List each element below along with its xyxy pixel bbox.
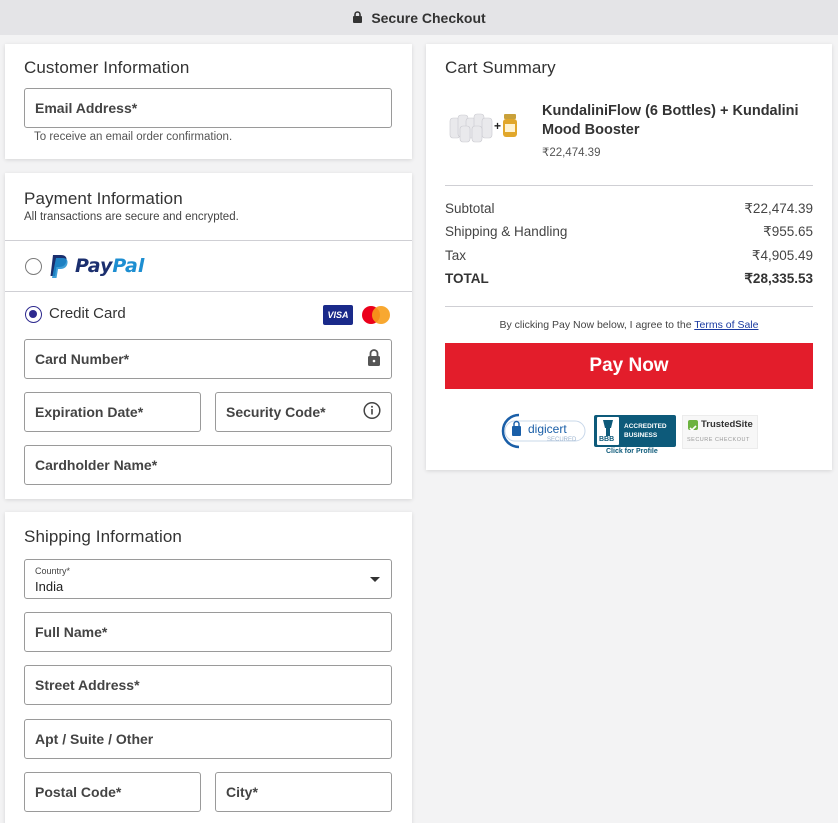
city-placeholder: City* — [226, 784, 258, 800]
secure-checkout-bar: Secure Checkout — [0, 0, 838, 35]
security-code-placeholder: Security Code* — [226, 404, 326, 420]
country-value: India — [35, 579, 64, 594]
trustedsite-badge[interactable]: TrustedSite SECURE CHECKOUT — [682, 415, 758, 449]
cart-summary-card: Cart Summary + KundaliniFlow (6 Bottles)… — [426, 44, 832, 470]
full-name-field[interactable]: Full Name* — [24, 612, 392, 652]
digicert-badge[interactable]: digicert SECURED — [499, 411, 589, 451]
divider — [445, 306, 813, 307]
paypal-word-left: Pay — [75, 255, 113, 277]
divider — [5, 240, 412, 241]
payment-info-card: Payment Information All transactions are… — [5, 173, 412, 499]
payment-info-title: Payment Information — [24, 189, 183, 208]
paypal-word-right: Pal — [112, 255, 145, 277]
digicert-secured: SECURED — [547, 437, 577, 443]
shipping-row: Shipping & Handling ₹955.65 — [445, 224, 813, 240]
terms-prefix: By clicking Pay Now below, I agree to th… — [499, 319, 695, 331]
postal-code-field[interactable]: Postal Code* — [24, 772, 201, 812]
product-image: + — [446, 108, 526, 144]
terms-text: By clicking Pay Now below, I agree to th… — [445, 319, 813, 331]
subtotal-row: Subtotal ₹22,474.39 — [445, 201, 813, 217]
info-icon[interactable] — [363, 401, 381, 423]
bbb-line2: BUSINESS — [624, 432, 658, 439]
expiration-date-field[interactable]: Expiration Date* — [24, 392, 201, 432]
secure-checkout-title: Secure Checkout — [371, 9, 486, 26]
lock-icon — [352, 10, 363, 26]
subtotal-label: Subtotal — [445, 201, 495, 216]
product-name: KundaliniFlow (6 Bottles) + Kundalini Mo… — [542, 102, 799, 140]
cardholder-name-field[interactable]: Cardholder Name* — [24, 445, 392, 485]
shipping-label: Shipping & Handling — [445, 224, 568, 239]
cart-summary-title: Cart Summary — [445, 58, 556, 77]
bbb-line1: ACCREDITED — [624, 423, 667, 430]
visa-icon: VISA — [323, 305, 353, 325]
email-placeholder: Email Address* — [35, 100, 138, 116]
total-value: ₹28,335.53 — [744, 271, 813, 286]
street-placeholder: Street Address* — [35, 677, 140, 693]
trustedsite-sub: SECURE CHECKOUT — [687, 437, 750, 443]
apt-suite-field[interactable]: Apt / Suite / Other — [24, 719, 392, 759]
payment-subtitle: All transactions are secure and encrypte… — [24, 211, 239, 223]
product-price: ₹22,474.39 — [542, 147, 601, 159]
svg-text:+: + — [494, 119, 501, 133]
total-row: TOTAL ₹28,335.53 — [445, 271, 813, 287]
shipping-info-title: Shipping Information — [24, 527, 182, 546]
product-name-line2: Mood Booster — [542, 122, 640, 138]
chevron-down-icon — [370, 577, 380, 582]
lock-icon — [367, 349, 381, 369]
pay-now-button[interactable]: Pay Now — [445, 343, 813, 389]
cardholder-placeholder: Cardholder Name* — [35, 457, 158, 473]
apt-placeholder: Apt / Suite / Other — [35, 731, 154, 747]
credit-card-label[interactable]: Credit Card — [49, 305, 126, 322]
bbb-logo: BBB — [599, 436, 615, 443]
bbb-click-profile: Click for Profile — [606, 448, 658, 455]
divider — [445, 185, 813, 186]
email-field[interactable]: Email Address* — [24, 88, 392, 128]
tax-value: ₹4,905.49 — [751, 248, 813, 263]
bbb-badge[interactable]: BBB ACCREDITED BUSINESS Click for Profil… — [594, 415, 676, 457]
credit-card-radio[interactable] — [25, 306, 42, 323]
subtotal-value: ₹22,474.39 — [744, 201, 813, 216]
checkmark-icon — [688, 420, 698, 432]
trustedsite-name: TrustedSite — [701, 419, 753, 430]
paypal-wordmark: PayPal — [75, 255, 144, 277]
digicert-wordmark: digicert — [528, 422, 567, 436]
postal-placeholder: Postal Code* — [35, 784, 122, 800]
mastercard-icon — [361, 305, 391, 325]
expiration-placeholder: Expiration Date* — [35, 404, 144, 420]
tax-row: Tax ₹4,905.49 — [445, 248, 813, 264]
street-address-field[interactable]: Street Address* — [24, 665, 392, 705]
city-field[interactable]: City* — [215, 772, 392, 812]
customer-info-title: Customer Information — [24, 58, 190, 77]
full-name-placeholder: Full Name* — [35, 624, 108, 640]
customer-info-card: Customer Information Email Address* To r… — [5, 44, 412, 159]
security-code-field[interactable]: Security Code* — [215, 392, 392, 432]
tax-label: Tax — [445, 248, 467, 263]
email-hint: To receive an email order confirmation. — [34, 131, 233, 143]
country-select[interactable]: Country* India — [24, 559, 392, 599]
shipping-value: ₹955.65 — [763, 224, 813, 239]
product-name-line1: KundaliniFlow (6 Bottles) + Kundalini — [542, 103, 799, 119]
paypal-radio[interactable] — [25, 258, 42, 275]
divider — [5, 291, 412, 292]
bbb-accredited: ACCREDITED BUSINESS — [624, 422, 667, 440]
card-number-placeholder: Card Number* — [35, 351, 130, 367]
terms-of-sale-link[interactable]: Terms of Sale — [694, 319, 758, 331]
total-label: TOTAL — [445, 271, 489, 286]
bbb-torch-icon: BBB — [597, 417, 619, 445]
shipping-info-card: Shipping Information Country* India Full… — [5, 512, 412, 823]
card-number-field[interactable]: Card Number* — [24, 339, 392, 379]
country-label: Country* — [35, 566, 71, 576]
